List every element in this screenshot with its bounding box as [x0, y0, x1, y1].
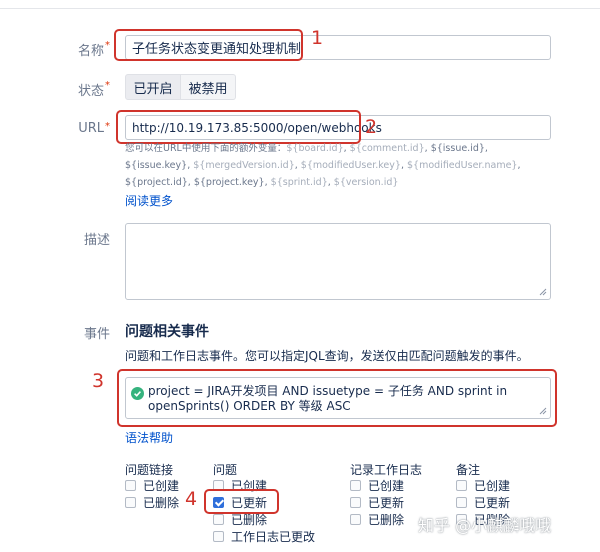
- annotation-2: 2: [365, 116, 378, 138]
- checkbox-issue-worklog-changed[interactable]: 工作日志已更改: [213, 528, 315, 544]
- annotation-3: 3: [92, 370, 105, 392]
- column-title-issue-link: 问题链接: [125, 463, 174, 477]
- checkbox-box[interactable]: [350, 496, 361, 508]
- resize-grip-icon[interactable]: [539, 288, 547, 296]
- checkbox-box[interactable]: [213, 513, 224, 525]
- checkbox-worklog-updated[interactable]: 已更新: [350, 494, 404, 510]
- url-hint-line-1: 您可以在URL中使用下面的额外变量：${board.id}, ${comment…: [125, 143, 488, 154]
- checkbox-comment-created[interactable]: 已创建: [456, 477, 510, 493]
- checkbox-comment-updated[interactable]: 已更新: [456, 494, 510, 510]
- highlight-box-2: [116, 110, 361, 144]
- status-label: 状态*: [77, 80, 110, 99]
- watermark: 知乎 @小麒麟哦哦: [418, 516, 552, 535]
- checkbox-worklog-deleted[interactable]: 已删除: [350, 511, 404, 527]
- checkbox-box[interactable]: [350, 479, 361, 491]
- column-title-comment: 备注: [456, 463, 481, 477]
- status-disabled-button[interactable]: 被禁用: [181, 74, 236, 100]
- column-title-issue: 问题: [213, 463, 238, 477]
- events-description: 问题和工作日志事件。您可以指定JQL查询，发送仅由匹配问题触发的事件。: [125, 349, 529, 363]
- highlight-box-3: [117, 369, 557, 427]
- checkbox-issue-link-created[interactable]: 已创建: [125, 477, 179, 493]
- checkbox-worklog-created[interactable]: 已创建: [350, 477, 404, 493]
- read-more-link[interactable]: 阅读更多: [125, 192, 173, 209]
- highlight-box-4: [204, 489, 279, 514]
- annotation-1: 1: [311, 27, 324, 49]
- top-divider: [0, 8, 600, 9]
- events-section-title: 问题相关事件: [125, 324, 209, 340]
- annotation-4: 4: [185, 488, 198, 510]
- url-label: URL*: [78, 121, 110, 136]
- checkbox-box[interactable]: [456, 479, 467, 491]
- checkbox-box[interactable]: [350, 513, 361, 525]
- checkbox-box[interactable]: [213, 530, 224, 542]
- url-hint-line-2: ${issue.key}, ${mergedVersion.id}, ${mod…: [125, 160, 521, 171]
- checkbox-issue-link-deleted[interactable]: 已删除: [125, 494, 179, 510]
- status-enabled-button[interactable]: 已开启: [125, 74, 181, 100]
- description-textarea[interactable]: [125, 223, 551, 300]
- highlight-box-1: [114, 29, 303, 61]
- syntax-help-link[interactable]: 语法帮助: [125, 429, 173, 446]
- checkbox-box[interactable]: [125, 496, 136, 508]
- checkbox-box[interactable]: [456, 496, 467, 508]
- name-label: 名称*: [77, 40, 110, 59]
- url-hint-line-3: ${project.id}, ${project.key}, ${sprint.…: [125, 177, 399, 188]
- description-label: 描述: [83, 233, 110, 248]
- events-label: 事件: [83, 327, 110, 342]
- checkbox-box[interactable]: [125, 479, 136, 491]
- column-title-worklog: 记录工作日志: [350, 463, 423, 477]
